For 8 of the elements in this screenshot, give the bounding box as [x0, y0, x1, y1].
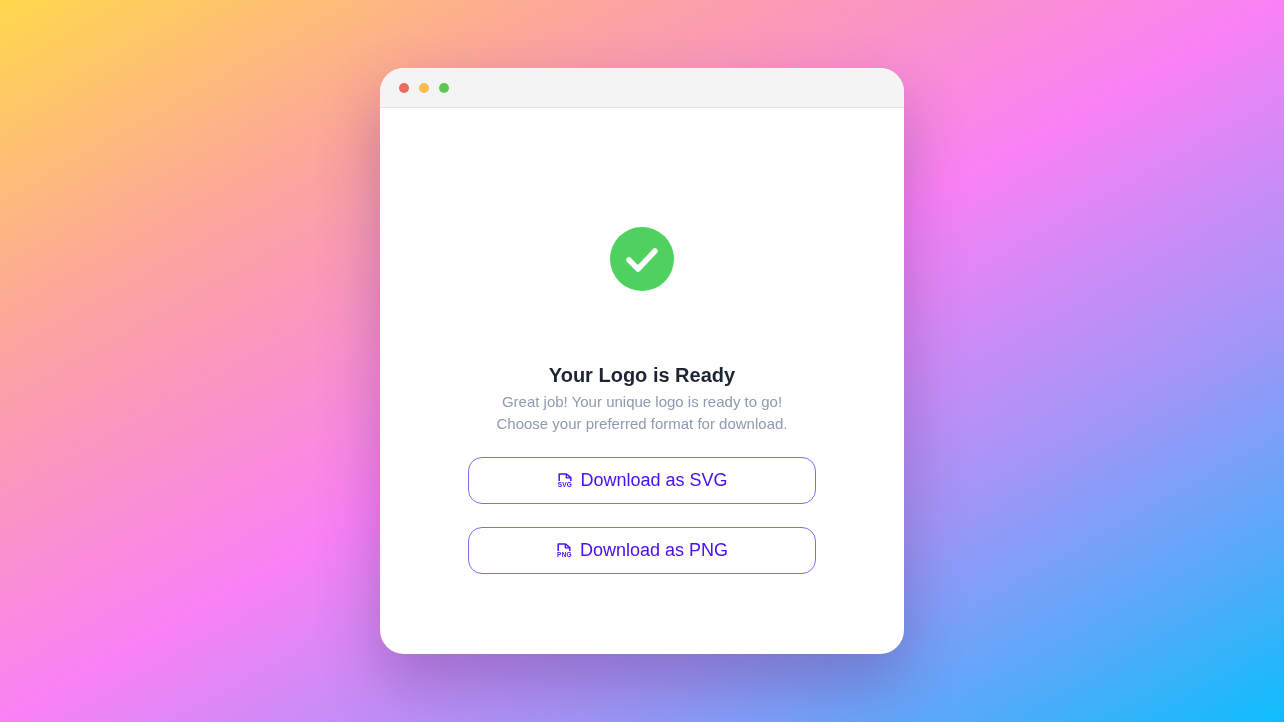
- window-control-icon[interactable]: [399, 82, 409, 93]
- file-icon: [557, 543, 572, 551]
- window-control-icon[interactable]: [419, 82, 429, 93]
- dialog-message: Great job! Your unique logo is ready to go! Choose your preferred format for download.: [496, 392, 788, 434]
- window-control-icon[interactable]: [439, 82, 449, 93]
- check-circle-icon: [610, 227, 674, 291]
- file-icon: [557, 473, 572, 481]
- dialog-title: Your Logo is Ready: [548, 363, 736, 387]
